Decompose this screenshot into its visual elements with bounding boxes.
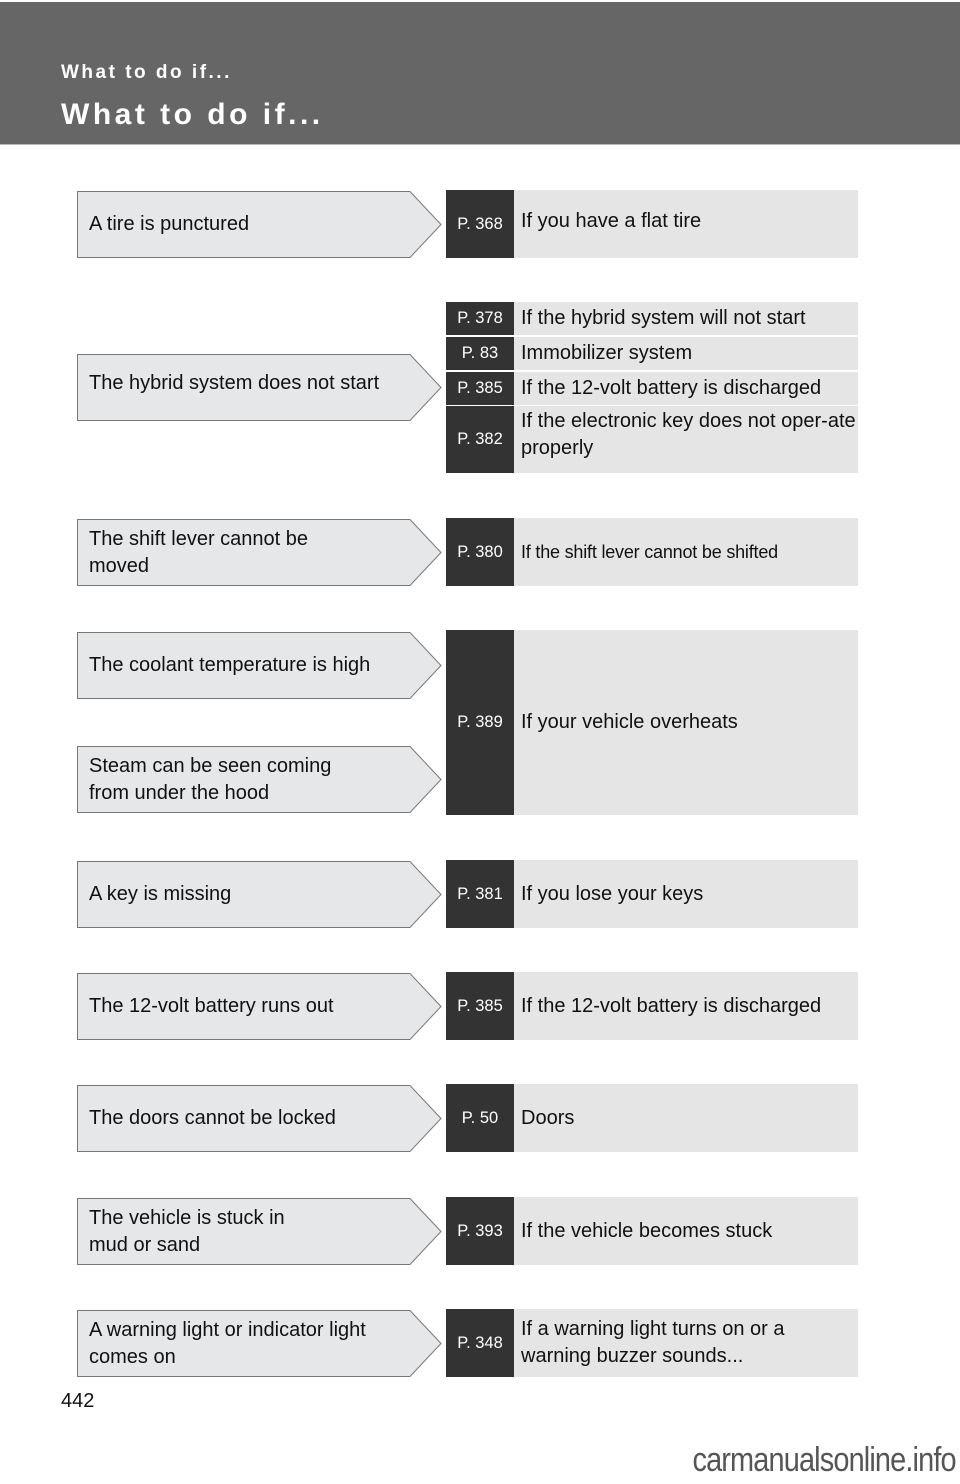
reference-text: If the vehicle becomes stuck bbox=[514, 1197, 858, 1265]
condition-box: A tire is punctured bbox=[77, 191, 442, 258]
condition-text: A key is missing bbox=[89, 883, 232, 905]
condition-text: The doors cannot be locked bbox=[89, 1107, 336, 1129]
reference-text: If you lose your keys bbox=[514, 860, 858, 928]
page-reference[interactable]: P. 389 bbox=[446, 630, 514, 815]
page-reference[interactable]: P. 83 bbox=[446, 337, 514, 370]
reference-row[interactable]: P. 380 If the shift lever cannot be shif… bbox=[446, 518, 858, 586]
reference-text: If the hybrid system will not start bbox=[514, 302, 858, 335]
reference-row[interactable]: P. 50 Doors bbox=[446, 1084, 858, 1152]
reference-text: If a warning light turns on or a warning… bbox=[514, 1309, 858, 1377]
condition-text: The 12-volt battery runs out bbox=[89, 995, 334, 1017]
condition-text: The coolant temperature is high bbox=[89, 654, 371, 676]
condition-text: Steam can be seen coming from under the … bbox=[89, 754, 332, 804]
reference-row[interactable]: P. 368 If you have a flat tire bbox=[446, 190, 858, 258]
reference-row[interactable]: P. 382 If the electronic key does not op… bbox=[446, 406, 858, 473]
watermark: carmanualsonline.info bbox=[692, 1441, 957, 1479]
condition-box: The 12-volt battery runs out bbox=[77, 973, 442, 1040]
reference-text: If the 12-volt battery is discharged bbox=[514, 372, 858, 405]
condition-text: The shift lever cannot be moved bbox=[89, 527, 309, 577]
reference-row[interactable]: P. 378 If the hybrid system will not sta… bbox=[446, 302, 858, 335]
reference-row[interactable]: P. 381 If you lose your keys bbox=[446, 860, 858, 928]
reference-text: If the shift lever cannot be shifted bbox=[514, 518, 858, 586]
page-reference[interactable]: P. 381 bbox=[446, 860, 514, 928]
page-reference[interactable]: P. 393 bbox=[446, 1197, 514, 1265]
reference-text: Doors bbox=[514, 1084, 858, 1152]
reference-row[interactable]: P. 385 If the 12-volt battery is dischar… bbox=[446, 972, 858, 1040]
page-reference[interactable]: P. 380 bbox=[446, 518, 514, 586]
page-reference[interactable]: P. 348 bbox=[446, 1309, 514, 1377]
reference-text: If the electronic key does not oper-ate … bbox=[514, 406, 858, 473]
condition-box: The shift lever cannot be moved bbox=[77, 519, 442, 586]
page-reference[interactable]: P. 50 bbox=[446, 1084, 514, 1152]
reference-row[interactable]: P. 389 If your vehicle overheats bbox=[446, 630, 858, 815]
page-reference[interactable]: P. 378 bbox=[446, 302, 514, 335]
reference-row[interactable]: P. 393 If the vehicle becomes stuck bbox=[446, 1197, 858, 1265]
condition-box: A key is missing bbox=[77, 861, 442, 928]
condition-box: Steam can be seen coming from under the … bbox=[77, 746, 442, 813]
condition-box: The vehicle is stuck in mud or sand bbox=[77, 1198, 442, 1265]
condition-box: The doors cannot be locked bbox=[77, 1085, 442, 1152]
reference-row[interactable]: P. 348 If a warning light turns on or a … bbox=[446, 1309, 858, 1377]
condition-text: A tire is punctured bbox=[89, 213, 250, 235]
reference-row[interactable]: P. 83 Immobilizer system bbox=[446, 337, 858, 370]
page-reference[interactable]: P. 385 bbox=[446, 972, 514, 1040]
condition-box: The hybrid system does not start bbox=[77, 354, 442, 421]
condition-text: A warning light or indicator light comes… bbox=[89, 1318, 366, 1368]
reference-text: Immobilizer system bbox=[514, 337, 858, 370]
page-header: What to do if... What to do if... bbox=[0, 2, 960, 145]
page-number: 442 bbox=[61, 1390, 95, 1412]
condition-text: The vehicle is stuck in mud or sand bbox=[89, 1206, 285, 1256]
page-reference[interactable]: P. 382 bbox=[446, 406, 514, 473]
condition-box: The coolant temperature is high bbox=[77, 632, 442, 699]
reference-row[interactable]: P. 385 If the 12-volt battery is dischar… bbox=[446, 372, 858, 405]
section-title: What to do if... bbox=[61, 62, 232, 83]
reference-text: If your vehicle overheats bbox=[514, 630, 858, 815]
page-reference[interactable]: P. 368 bbox=[446, 190, 514, 258]
condition-box: A warning light or indicator light comes… bbox=[77, 1310, 442, 1377]
condition-text: The hybrid system does not start bbox=[89, 372, 380, 394]
page-reference[interactable]: P. 385 bbox=[446, 372, 514, 405]
page-title: What to do if... bbox=[61, 98, 324, 131]
reference-text: If you have a flat tire bbox=[514, 190, 858, 258]
reference-text: If the 12-volt battery is discharged bbox=[514, 972, 858, 1040]
